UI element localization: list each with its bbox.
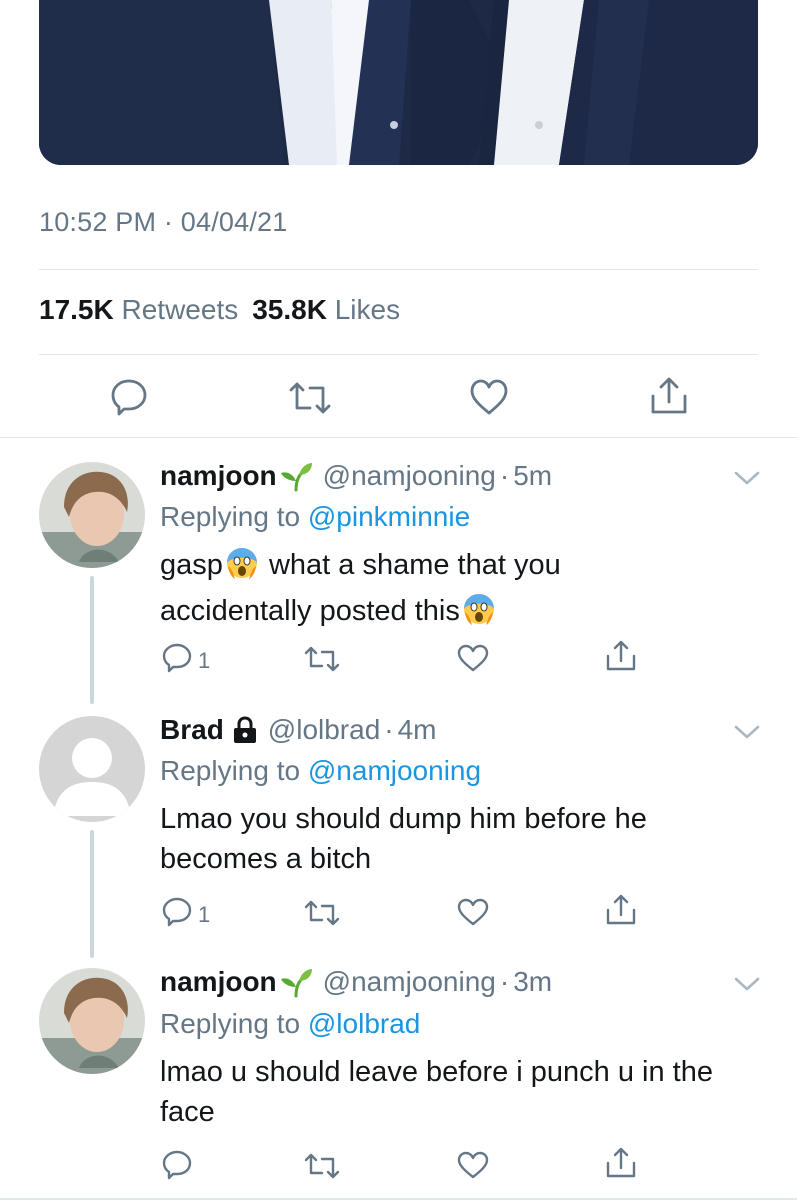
lock-icon xyxy=(232,716,258,744)
divider xyxy=(39,354,758,355)
share-icon[interactable] xyxy=(606,894,636,926)
reply-age[interactable]: 4m xyxy=(398,714,437,746)
retweet-icon[interactable] xyxy=(288,382,332,414)
reply-count: 1 xyxy=(198,648,211,673)
chevron-down-icon[interactable] xyxy=(734,470,760,486)
mention-link[interactable]: @lolbrad xyxy=(308,1008,420,1039)
reply-icon[interactable] xyxy=(110,378,148,416)
reply-text-part: gasp xyxy=(160,549,223,581)
mention-link[interactable]: @pinkminnie xyxy=(308,501,470,532)
reply-text: lmao u should leave before i punch u in … xyxy=(160,1052,770,1132)
reply-count: 1 xyxy=(198,902,211,927)
handle[interactable]: @namjooning xyxy=(323,966,496,998)
reply-text-line: becomes a bitch xyxy=(160,843,372,875)
reply-icon[interactable] xyxy=(162,897,192,927)
reply-text: Lmao you should dump him before he becom… xyxy=(160,799,770,879)
thread-line xyxy=(90,830,94,958)
reply-text-part: accidentally posted this xyxy=(160,595,460,627)
replying-prefix: Replying to xyxy=(160,755,301,786)
reply-age[interactable]: 3m xyxy=(513,966,552,998)
reply-text-part: what a shame that you xyxy=(268,549,561,581)
like-heart-icon[interactable] xyxy=(457,1151,489,1179)
likes-count[interactable]: 35.8K xyxy=(252,294,327,325)
tweet-action-bar xyxy=(0,374,797,424)
like-heart-icon[interactable] xyxy=(457,898,489,926)
seedling-emoji-icon xyxy=(279,461,313,492)
replying-prefix: Replying to xyxy=(160,1008,301,1039)
avatar[interactable] xyxy=(39,462,145,568)
replying-to: Replying to @lolbrad xyxy=(160,1008,420,1040)
reply-text-line: Lmao you should dump him before he xyxy=(160,803,647,835)
reply-icon[interactable] xyxy=(162,643,192,673)
retweets-count[interactable]: 17.5K xyxy=(39,294,114,325)
tweet-media-photo[interactable] xyxy=(39,0,758,165)
like-heart-icon[interactable] xyxy=(457,644,489,672)
reply-header: namjoon @namjooning · 5m xyxy=(160,460,552,492)
reply-text-line: lmao u should leave before i punch u in … xyxy=(160,1056,713,1088)
share-icon[interactable] xyxy=(606,1147,636,1179)
seedling-emoji-icon xyxy=(279,967,313,998)
chevron-down-icon[interactable] xyxy=(734,976,760,992)
handle[interactable]: @lolbrad xyxy=(268,714,380,746)
reply-text: gasp what a shame that you accidentally … xyxy=(160,545,770,637)
reply-header: namjoon @namjooning · 3m xyxy=(160,966,552,998)
share-icon[interactable] xyxy=(650,376,688,416)
separator: · xyxy=(499,460,510,491)
thread-line xyxy=(90,576,94,704)
display-name[interactable]: namjoon xyxy=(160,966,277,998)
divider xyxy=(0,437,797,438)
replying-to: Replying to @pinkminnie xyxy=(160,501,470,533)
default-avatar[interactable] xyxy=(39,716,145,822)
likes-label[interactable]: Likes xyxy=(335,294,400,325)
tweet-timestamp: 10:52 PM · 04/04/21 xyxy=(39,207,288,237)
screaming-face-emoji-icon xyxy=(462,592,496,637)
handle[interactable]: @namjooning xyxy=(323,460,496,492)
retweet-icon[interactable] xyxy=(304,646,340,672)
retweet-icon[interactable] xyxy=(304,900,340,926)
retweets-label[interactable]: Retweets xyxy=(122,294,239,325)
reply-age[interactable]: 5m xyxy=(513,460,552,492)
retweet-icon[interactable] xyxy=(304,1153,340,1179)
reply-header: Brad @lolbrad · 4m xyxy=(160,714,437,746)
chevron-down-icon[interactable] xyxy=(734,724,760,740)
avatar[interactable] xyxy=(39,968,145,1074)
divider xyxy=(39,269,758,270)
replying-to: Replying to @namjooning xyxy=(160,755,481,787)
replying-prefix: Replying to xyxy=(160,501,301,532)
reply-text-line: face xyxy=(160,1096,215,1128)
tweet-stats: 17.5K Retweets 35.8K Likes xyxy=(39,294,400,326)
separator: · xyxy=(384,714,394,745)
share-icon[interactable] xyxy=(606,640,636,672)
display-name[interactable]: namjoon xyxy=(160,460,277,492)
reply-icon[interactable] xyxy=(162,1150,192,1180)
mention-link[interactable]: @namjooning xyxy=(308,755,481,786)
separator: · xyxy=(499,966,510,997)
screaming-face-emoji-icon xyxy=(225,546,259,591)
display-name[interactable]: Brad xyxy=(160,714,224,746)
like-heart-icon[interactable] xyxy=(469,379,509,415)
